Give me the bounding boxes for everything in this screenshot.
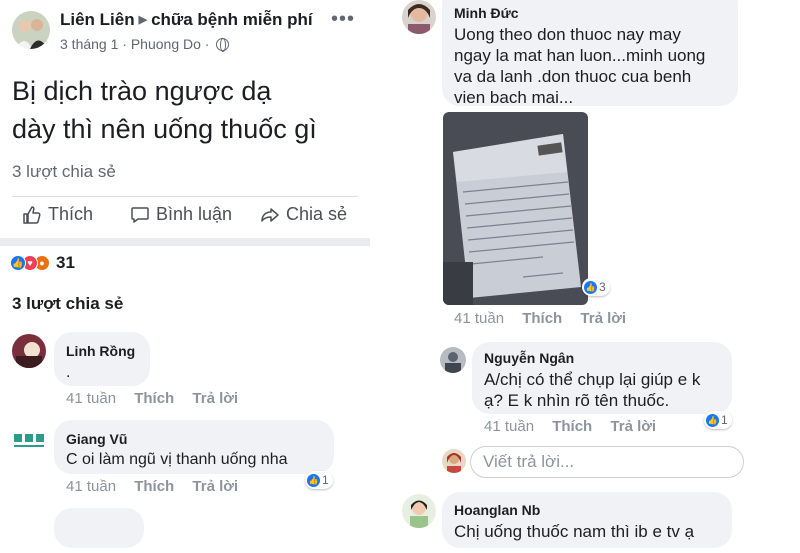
commenter-avatar[interactable] xyxy=(402,0,436,34)
commenter-name[interactable]: Linh Rồng xyxy=(66,343,135,359)
share-icon xyxy=(261,207,279,222)
commenter-avatar[interactable] xyxy=(440,347,466,373)
comment-time[interactable]: 41 tuần xyxy=(454,310,504,327)
comment-meta: 41 tuần Thích Trả lời xyxy=(66,390,252,407)
comment-time[interactable]: 41 tuần xyxy=(66,390,116,407)
post-text-line: Bị dịch trào ngược dạ xyxy=(12,76,272,106)
comment-time[interactable]: 41 tuần xyxy=(484,418,534,435)
share-button[interactable]: Chia sẻ xyxy=(260,204,347,225)
author-avatar[interactable] xyxy=(12,11,50,49)
panel-gap xyxy=(370,0,396,553)
group-name[interactable]: chữa bệnh miễn phí xyxy=(151,10,313,29)
comment-text: Chị uống thuốc nam thì ib e tv ạ xyxy=(454,522,695,541)
comment-like-badge[interactable]: 👍 1 xyxy=(305,471,333,489)
post-time[interactable]: 3 tháng 1 xyxy=(60,36,118,52)
post-actions: Thích Bình luận Chia sẻ xyxy=(0,196,370,236)
reaction-count: 31 xyxy=(56,253,75,272)
like-label: Thích xyxy=(48,204,94,224)
comment-reply-link[interactable]: Trả lời xyxy=(192,478,238,495)
comment-item: Giang Vũ C oi làm ngũ vị thanh uống nha … xyxy=(0,418,370,508)
commenter-name[interactable]: Hoanglan Nb xyxy=(454,502,540,518)
commenter-name[interactable]: Nguyễn Ngân xyxy=(484,350,574,366)
comment-text: C oi làm ngũ vị thanh uống nha xyxy=(66,451,288,468)
arrow-right-icon: ▶ xyxy=(138,14,148,26)
commenter-name[interactable]: Minh Đức xyxy=(454,5,519,21)
comment-item: Linh Rồng . 41 tuần Thích Trả lời xyxy=(0,330,370,410)
comment-icon xyxy=(131,206,149,223)
current-user-avatar xyxy=(442,449,466,473)
post-panel: Liên Liên ▶ chữa bệnh miễn phí 3 tháng 1 ·… xyxy=(0,0,370,553)
comment-bubble-partial xyxy=(54,508,144,548)
comment-meta: 41 tuần Thích Trả lời xyxy=(484,418,670,435)
comment-text-line: Uong theo don thuoc nay may xyxy=(454,25,681,44)
comment-text: . xyxy=(66,364,71,381)
reaction-summary[interactable]: 👍 ♥ ● 31 xyxy=(10,253,75,273)
like-icon: 👍 xyxy=(584,280,597,294)
comment-text: A/chị có thể chụp lại giúp e k ạ? E k nh… xyxy=(484,369,700,411)
share-label: Chia sẻ xyxy=(286,204,348,224)
share-count[interactable]: 3 lượt chia sẻ xyxy=(12,162,116,182)
comment-like-badge[interactable]: 👍 1 xyxy=(704,411,732,429)
comment-reply-link[interactable]: Trả lời xyxy=(610,418,656,435)
comment-text-line: va da lanh .don thuoc cua benh xyxy=(454,67,692,86)
prescription-photo[interactable] xyxy=(443,112,588,305)
comment-reply-link[interactable]: Trả lời xyxy=(580,310,626,327)
like-icon: 👍 xyxy=(706,413,719,427)
comments-panel: Minh Đức Uong theo don thuoc nay may nga… xyxy=(396,0,800,553)
comment-button[interactable]: Bình luận xyxy=(130,204,232,225)
commenter-avatar[interactable] xyxy=(12,424,46,458)
comment-text-line: ạ? E k nhìn rõ tên thuốc. xyxy=(484,391,670,410)
comment-like-count: 1 xyxy=(721,413,728,427)
comment-meta: 41 tuần Thích Trả lời xyxy=(454,310,640,327)
comment-like-link[interactable]: Thích xyxy=(134,390,174,407)
commenter-avatar[interactable] xyxy=(12,334,46,368)
comment-text-line: ngay la mat han luon...minh uong xyxy=(454,46,706,65)
thumbs-up-icon xyxy=(23,205,41,224)
like-icon: 👍 xyxy=(307,473,320,487)
comment-time[interactable]: 41 tuần xyxy=(66,478,116,495)
commenter-name[interactable]: Giang Vũ xyxy=(66,431,127,447)
post-header: Liên Liên ▶ chữa bệnh miễn phí 3 tháng 1 ·… xyxy=(10,8,365,58)
comment-text-line: vien bach mai... xyxy=(454,88,574,107)
comment-meta: 41 tuần Thích Trả lời xyxy=(66,478,252,495)
post-location[interactable]: Phuong Do xyxy=(131,36,201,52)
comment-text-line: A/chị có thể chụp lại giúp e k xyxy=(484,370,701,389)
like-button[interactable]: Thích xyxy=(22,204,93,225)
post-text: Bị dịch trào ngược dạ dày thì nên uống t… xyxy=(12,72,362,148)
post-author-line: Liên Liên ▶ chữa bệnh miễn phí xyxy=(60,10,313,30)
comment-like-badge[interactable]: 👍 3 xyxy=(582,278,610,296)
comment-like-link[interactable]: Thích xyxy=(522,310,562,327)
meta-separator: · xyxy=(122,36,131,52)
section-separator xyxy=(0,238,370,246)
author-name[interactable]: Liên Liên xyxy=(60,10,135,29)
comment-like-link[interactable]: Thích xyxy=(552,418,592,435)
shares-heading: 3 lượt chia sẻ xyxy=(12,294,124,313)
commenter-avatar[interactable] xyxy=(402,494,436,528)
comment-like-count: 1 xyxy=(322,473,329,487)
reply-input[interactable]: Viết trả lời... xyxy=(470,446,744,478)
comment-text: Uong theo don thuoc nay may ngay la mat … xyxy=(454,24,705,108)
comment-reply-link[interactable]: Trả lời xyxy=(192,390,238,407)
comment-label: Bình luận xyxy=(156,204,233,224)
more-options-icon[interactable]: ••• xyxy=(331,9,355,29)
comment-like-count: 3 xyxy=(599,280,606,294)
like-icon: 👍 xyxy=(10,255,26,271)
meta-separator: · xyxy=(204,36,210,52)
post-meta: 3 tháng 1 · Phuong Do · xyxy=(60,36,230,52)
post-text-line: dày thì nên uống thuốc gì xyxy=(12,114,317,144)
globe-icon xyxy=(216,38,230,52)
comment-like-link[interactable]: Thích xyxy=(134,478,174,495)
